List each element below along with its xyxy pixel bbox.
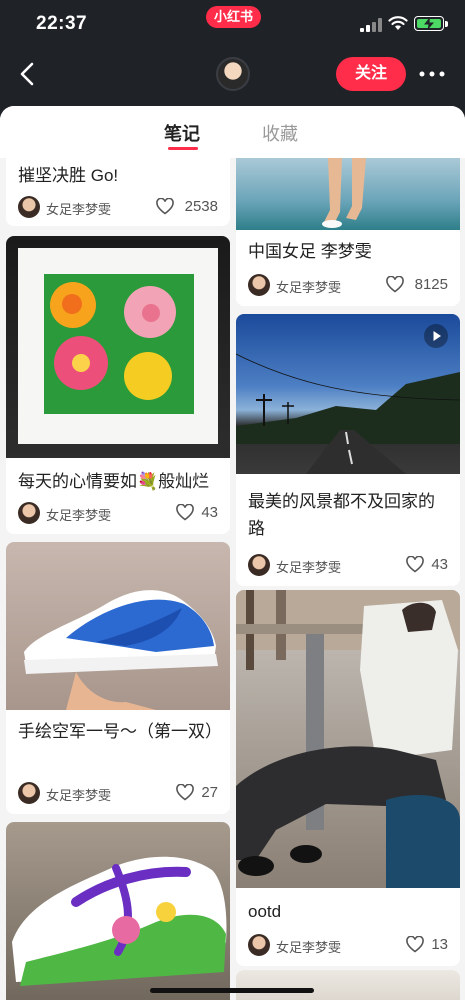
follow-button[interactable]: 关注 — [336, 57, 406, 91]
heart-icon[interactable] — [176, 504, 194, 521]
note-card[interactable]: 手绘空军一号～（第一双） 女足李梦雯 27 — [6, 542, 230, 814]
play-icon — [433, 331, 441, 341]
blue-sneaker-illustration — [24, 590, 218, 710]
note-cover-image — [236, 970, 460, 1000]
note-title: 手绘空军一号～（第一双） — [18, 722, 222, 741]
note-card[interactable]: 摧坚决胜 Go! 女足李梦雯 2538 — [6, 158, 230, 226]
status-time: 22:37 — [36, 13, 88, 34]
note-title: 中国女足 李梦雯 — [248, 242, 372, 261]
like-count: 43 — [431, 556, 448, 573]
note-card[interactable]: 最美的风景都不及回家的路 女足李梦雯 43 — [236, 314, 460, 586]
note-card[interactable]: 中国女足 李梦雯 女足李梦雯 8125 — [236, 158, 460, 306]
status-bar: 22:37 小红书 — [0, 0, 465, 50]
note-cover-image — [6, 236, 230, 458]
tab-saved[interactable]: 收藏 — [262, 120, 298, 146]
note-title: ootd — [248, 902, 282, 921]
note-author-row: 女足李梦雯 2538 — [18, 196, 218, 218]
note-card[interactable] — [236, 970, 460, 1000]
note-cover-image — [6, 542, 230, 710]
like-count: 2538 — [184, 198, 218, 215]
author-name: 女足李梦雯 — [276, 560, 342, 575]
author-name: 女足李梦雯 — [46, 788, 112, 803]
app-badge: 小红书 — [206, 6, 262, 28]
charging-bolt-icon — [424, 17, 434, 30]
note-card[interactable]: ootd 女足李梦雯 13 — [236, 590, 460, 966]
battery-cap — [445, 21, 448, 27]
author-avatar — [18, 502, 40, 524]
profile-avatar[interactable] — [216, 57, 250, 91]
note-title: 摧坚决胜 Go! — [18, 166, 119, 185]
heart-icon[interactable] — [406, 556, 424, 573]
wifi-icon — [388, 16, 408, 30]
back-arrow-icon[interactable] — [14, 60, 42, 88]
note-author-row: 女足李梦雯 27 — [18, 782, 218, 804]
like-count: 8125 — [414, 276, 448, 293]
author-name: 女足李梦雯 — [46, 202, 112, 217]
author-name: 女足李梦雯 — [276, 280, 342, 295]
legs-illustration — [322, 158, 366, 228]
author-avatar — [248, 934, 270, 956]
notes-feed-sheet: 笔记 收藏 摧坚决胜 Go! 女足李梦雯 2538 每天的心情要如💐般灿烂 女足… — [0, 106, 465, 1000]
note-title: 最美的风景都不及回家的路 — [248, 492, 435, 538]
outfit-illustration — [236, 590, 460, 888]
note-title: 每天的心情要如💐般灿烂 — [18, 472, 210, 491]
heart-icon[interactable] — [386, 276, 404, 293]
note-cover-image — [236, 590, 460, 888]
flower-painting — [44, 274, 194, 414]
note-author-row: 女足李梦雯 13 — [248, 934, 448, 956]
like-count: 27 — [201, 784, 218, 801]
profile-tabs: 笔记 收藏 — [0, 106, 465, 158]
heart-icon[interactable] — [176, 784, 194, 801]
active-tab-indicator — [168, 147, 198, 150]
note-author-row: 女足李梦雯 8125 — [248, 274, 448, 296]
note-author-row: 女足李梦雯 43 — [248, 554, 448, 576]
author-name: 女足李梦雯 — [276, 940, 342, 955]
tab-notes[interactable]: 笔记 — [164, 120, 200, 146]
author-avatar — [18, 782, 40, 804]
profile-nav-bar: 关注 — [0, 50, 465, 106]
author-avatar — [248, 274, 270, 296]
note-author-row: 女足李梦雯 43 — [18, 502, 218, 524]
note-cover-image — [236, 158, 460, 230]
author-name: 女足李梦雯 — [46, 508, 112, 523]
more-options-icon[interactable] — [418, 64, 446, 84]
like-count: 13 — [431, 936, 448, 953]
heart-icon[interactable] — [156, 198, 174, 215]
like-count: 43 — [201, 504, 218, 521]
home-indicator — [150, 988, 314, 993]
cellular-signal-icon — [360, 18, 382, 32]
note-card[interactable]: 每天的心情要如💐般灿烂 女足李梦雯 43 — [6, 236, 230, 534]
note-card[interactable] — [6, 822, 230, 1000]
author-avatar — [248, 554, 270, 576]
author-avatar — [18, 196, 40, 218]
green-sneaker-illustration — [12, 856, 227, 986]
video-badge — [424, 324, 448, 348]
heart-icon[interactable] — [406, 936, 424, 953]
note-cover-image — [6, 822, 230, 1000]
note-cover-image — [236, 314, 460, 474]
